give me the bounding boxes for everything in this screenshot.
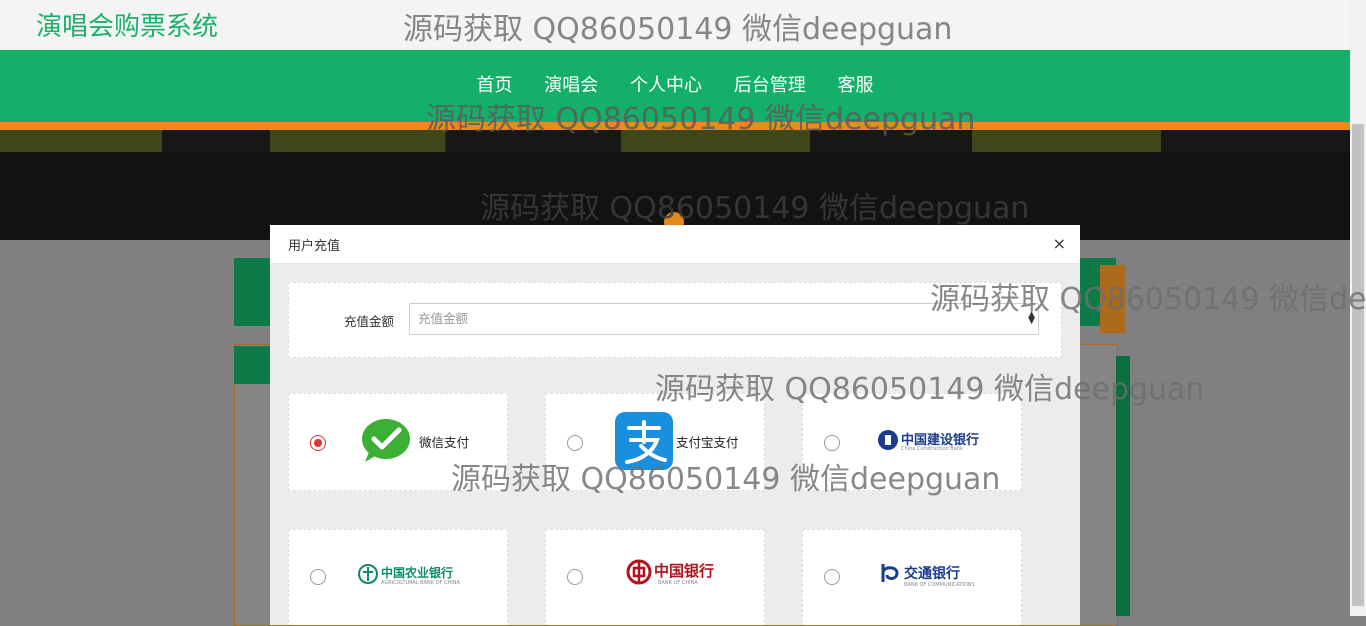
watermark-text: 源码获取 QQ86050149 微信deepguan [403,12,953,47]
bank-sub-ccb: China Construction Bank [901,446,963,452]
watermark-text: 源码获取 QQ86050149 微信deepguan [930,282,1366,317]
site-brand[interactable]: 演唱会购票系统 [36,6,218,43]
payment-radio-wechat[interactable] [310,435,326,451]
nav-item-admin[interactable]: 后台管理 [734,75,806,96]
payment-radio-boc[interactable] [567,569,583,585]
payment-radio-abc[interactable] [310,569,326,585]
bank-sub-bocom: BANK OF COMMUNICATIONS [904,582,975,588]
wechat-pay-icon [362,419,410,462]
bank-name-boc: 中国银行 [654,562,715,580]
dialog-title: 用户充值 [288,239,341,254]
payment-option-abc[interactable]: 中国农业银行 AGRICULTURAL BANK OF CHINA [288,529,508,625]
bank-name-abc: 中国农业银行 [381,566,454,580]
payment-radio-ccb[interactable] [824,435,840,451]
amount-label: 充值金额 [344,314,395,329]
payment-label-wechat: 微信支付 [419,435,470,450]
nav-item-user-center[interactable]: 个人中心 [630,75,702,96]
watermark-text: 源码获取 QQ86050149 微信deepguan [451,462,1001,497]
close-icon[interactable]: × [1053,234,1066,253]
payment-radio-bocom[interactable] [824,569,840,585]
watermark-text: 源码获取 QQ86050149 微信deepguan [480,191,1030,226]
ccb-logo [878,430,898,450]
dialog-header: 用户充值 × [270,225,1080,264]
scrollbar-thumb[interactable] [1352,124,1364,606]
nav-item-home[interactable]: 首页 [477,75,513,96]
abc-logo [358,564,378,584]
bank-sub-boc: BANK OF CHINA [658,580,698,586]
watermark-text: 源码获取 QQ86050149 微信deepguan [655,372,1205,407]
bocom-logo [881,564,899,582]
nav-item-customer-service[interactable]: 客服 [837,75,873,96]
payment-option-boc[interactable]: 中国银行 BANK OF CHINA [545,529,765,625]
amount-placeholder: 充值金额 [418,311,469,326]
bank-sub-abc: AGRICULTURAL BANK OF CHINA [381,580,460,586]
nav-item-concerts[interactable]: 演唱会 [544,75,598,96]
watermark-text: 源码获取 QQ86050149 微信deepguan [426,102,976,137]
boc-logo [626,559,652,585]
payment-radio-alipay[interactable] [567,435,583,451]
background-panel-tab [234,346,274,384]
bank-name-bocom: 交通银行 [904,566,960,582]
payment-option-bocom[interactable]: 交通银行 BANK OF COMMUNICATIONS [802,529,1022,625]
payment-label-alipay: 支付宝支付 [676,435,739,450]
